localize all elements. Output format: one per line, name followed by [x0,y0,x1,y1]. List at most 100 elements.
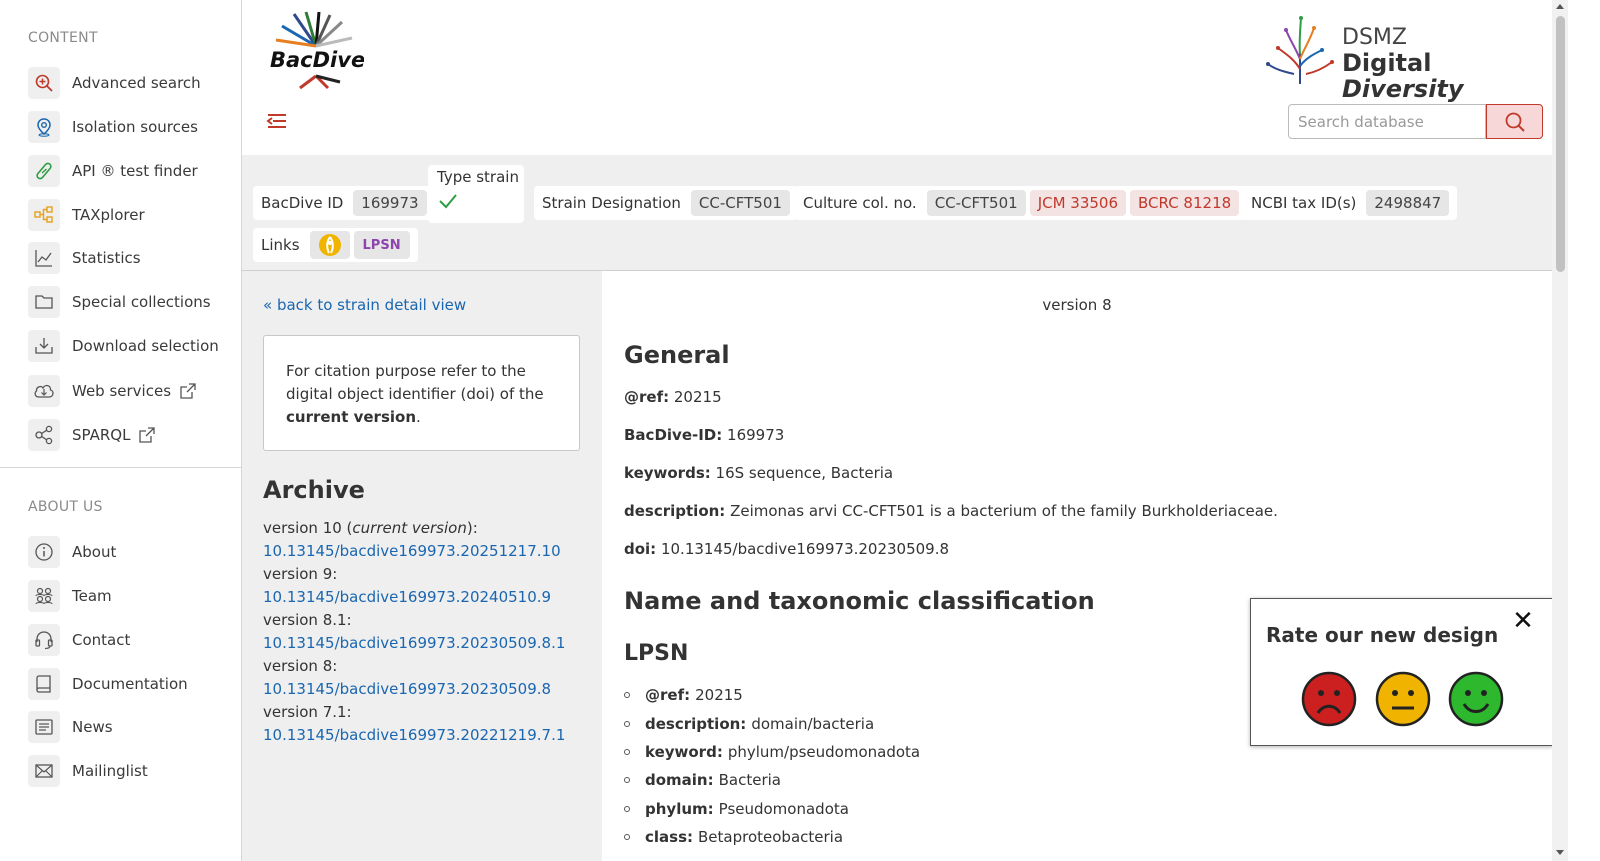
back-to-strain-link[interactable]: « back to strain detail view [263,296,466,314]
list-item: domain: Bacteria [624,766,920,794]
search-button[interactable] [1486,104,1543,139]
strain-detail-content: version 8 General @ref: 20215 BacDive-ID… [602,271,1552,861]
search-bar [1288,104,1543,139]
archive-title: Archive [263,476,365,504]
page-header: BacDive DSMZ Digital Diversity Search da… [242,0,1552,155]
general-field: doi: 10.13145/bacdive169973.20230509.8 [624,540,950,558]
sad-face-icon[interactable] [1301,671,1357,727]
sidebar-item-contact[interactable]: Contact [28,623,233,657]
happy-face-icon[interactable] [1448,671,1504,727]
ncbi-tax-chip: NCBI tax ID(s) 2498847 [1243,186,1458,220]
strain-designation-chip: Strain Designation CC-CFT501 [534,186,798,220]
bacdive-id-value: 169973 [353,190,427,216]
headset-icon [28,624,60,656]
list-item: class: Betaproteobacteria [624,823,920,851]
sidebar-item-label: About [72,543,117,561]
check-icon [439,194,457,209]
sidebar-item-label: Mailinglist [72,762,148,780]
sidebar-item-web-services[interactable]: Web services [28,374,233,408]
archive-doi-link[interactable]: 10.13145/bacdive169973.20251217.10 [263,540,565,563]
sidebar: CONTENT Advanced search Isolation source… [0,0,242,861]
rating-title: Rate our new design [1266,623,1499,647]
archive-version-label: version 8.1: [263,611,352,629]
archive-doi-link[interactable]: 10.13145/bacdive169973.20221219.7.1 [263,724,565,747]
ncbi-tax-value: 2498847 [1366,190,1450,216]
search-input[interactable] [1288,104,1486,139]
sidebar-item-special-collections[interactable]: Special collections [28,285,233,319]
info-icon [28,536,60,568]
share-nodes-icon [28,419,60,451]
search-icon [1505,112,1525,132]
sidebar-item-label: SPARQL [72,426,131,444]
book-icon [28,668,60,700]
sidebar-item-taxplorer[interactable]: TAXplorer [28,198,233,232]
archive-doi-link[interactable]: 10.13145/bacdive169973.20240510.9 [263,586,565,609]
bacmedia-link-icon[interactable] [309,231,350,259]
archive-version-label: version 9: [263,565,338,583]
culture-number-link[interactable]: BCRC 81218 [1130,190,1240,216]
taxonomy-heading: Name and taxonomic classification [624,587,1095,615]
type-strain-box: Type strain [428,165,524,223]
dsmz-logo[interactable]: DSMZ Digital Diversity [1264,14,1534,102]
tree-icon [1266,16,1334,84]
lpsn-heading: LPSN [624,641,689,666]
sidebar-item-about[interactable]: About [28,535,233,569]
menu-collapse-icon[interactable] [264,108,290,134]
sidebar-item-label: Download selection [72,337,219,355]
citation-note: For citation purpose refer to the digita… [263,335,580,451]
search-plus-icon [28,67,60,99]
sidebar-item-documentation[interactable]: Documentation [28,667,233,701]
archive-version-label: version 10 (current version): [263,519,478,537]
sidebar-item-label: Isolation sources [72,118,198,136]
sidebar-item-sparql[interactable]: SPARQL [28,418,233,452]
scroll-down-arrow[interactable] [1556,850,1564,855]
sidebar-item-download-selection[interactable]: Download selection [28,329,233,363]
sidebar-item-label: News [72,718,113,736]
scroll-up-arrow[interactable] [1556,4,1564,9]
sidebar-item-isolation-sources[interactable]: Isolation sources [28,110,233,144]
sidebar-item-api-test-finder[interactable]: API ® test finder [28,154,233,188]
archive-list: version 10 (current version): 10.13145/b… [263,517,565,747]
general-field: BacDive-ID: 169973 [624,426,785,444]
sidebar-item-label: Advanced search [72,74,201,92]
bacdive-id-chip: BacDive ID 169973 [253,186,435,220]
sidebar-item-team[interactable]: Team [28,579,233,613]
sidebar-item-news[interactable]: News [28,710,233,744]
sidebar-item-label: Special collections [72,293,211,311]
sidebar-item-label: Team [72,587,112,605]
test-tube-icon [28,155,60,187]
culture-number: CC-CFT501 [926,190,1026,216]
archive-doi-link[interactable]: 10.13145/bacdive169973.20230509.8 [263,678,565,701]
culture-number-link[interactable]: JCM 33506 [1029,190,1127,216]
archive-doi-link[interactable]: 10.13145/bacdive169973.20230509.8.1 [263,632,565,655]
links-label: Links [261,236,300,254]
strain-designation-label: Strain Designation [542,194,681,212]
bacdive-logo[interactable]: BacDive [264,10,365,90]
sidebar-item-advanced-search[interactable]: Advanced search [28,66,233,100]
bacdive-id-label: BacDive ID [261,194,344,212]
culture-collection-chip: Culture col. no. CC-CFT501 JCM 33506 BCR… [795,186,1248,220]
strain-info-bar: BacDive ID 169973 Type strain Strain Des… [242,155,1552,271]
type-strain-label: Type strain [437,168,519,186]
lpsn-list: @ref: 20215 description: domain/bacteria k… [624,681,920,851]
general-field: description: Zeimonas arvi CC-CFT501 is … [624,502,1278,520]
archive-version-label: version 8: [263,657,338,675]
lpsn-link[interactable]: LPSN [353,231,410,259]
sidebar-item-statistics[interactable]: Statistics [28,241,233,275]
sidebar-item-label: Statistics [72,249,141,267]
line-chart-icon [28,242,60,274]
about-section-title: ABOUT US [28,499,103,515]
folder-icon [28,286,60,318]
envelope-icon [28,755,60,787]
list-item: keyword: phylum/pseudomonadota [624,738,920,766]
sidebar-item-mailinglist[interactable]: Mailinglist [28,754,233,788]
newspaper-icon [28,711,60,743]
page-scrollbar[interactable] [1552,0,1568,861]
archive-version-label: version 7.1: [263,703,352,721]
neutral-face-icon[interactable] [1375,671,1431,727]
dsmz-title: DSMZ [1342,25,1407,50]
version-label: version 8 [1042,296,1112,314]
scroll-thumb[interactable] [1556,16,1565,272]
sidebar-item-label: Web services [72,382,172,400]
close-icon[interactable]: ✕ [1511,608,1535,634]
